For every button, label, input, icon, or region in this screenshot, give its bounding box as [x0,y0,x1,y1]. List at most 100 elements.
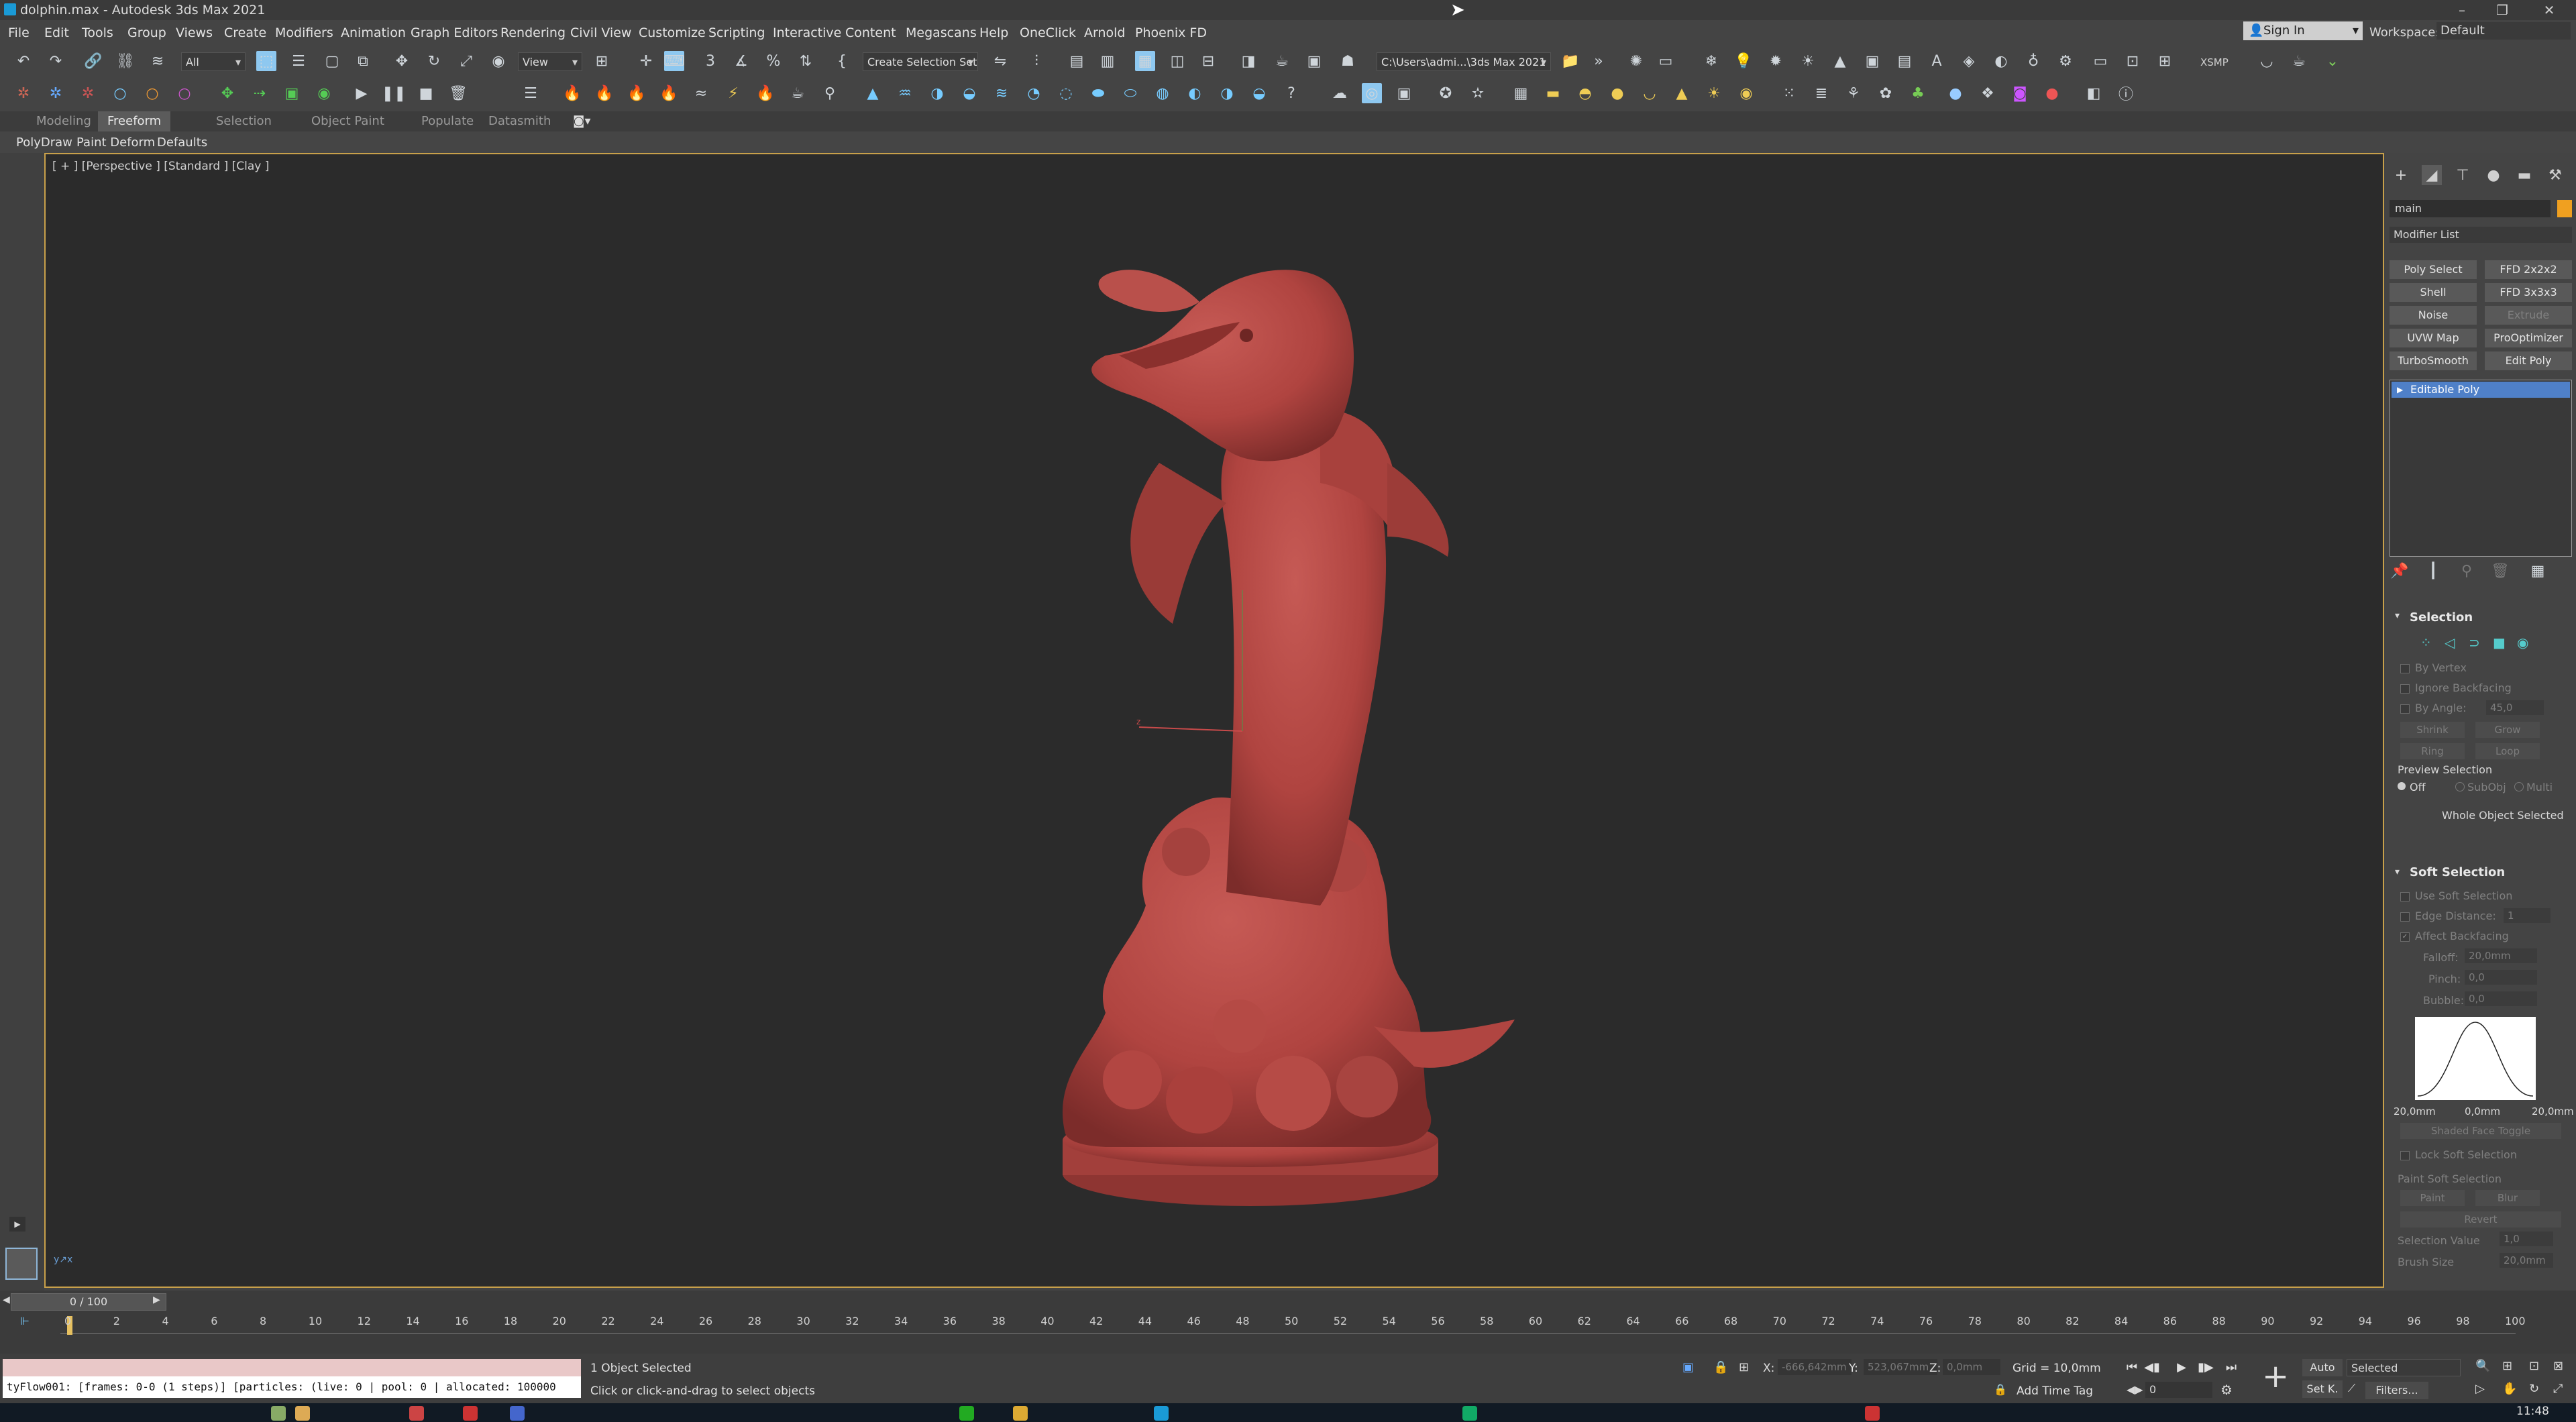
curve-editor-icon[interactable]: ◫ [1167,51,1187,71]
zoom-extents-all-icon[interactable]: ⊠ [2553,1359,2563,1373]
menu-arnold[interactable]: Arnold [1084,25,1125,40]
edit-poly-button[interactable]: Edit Poly [2485,351,2572,370]
project-folder-icon[interactable]: 📁 [1560,51,1580,71]
fluid-12-icon[interactable]: ◑ [1217,83,1237,103]
tool-9-icon[interactable]: ▣ [282,83,302,103]
arnold-info-icon[interactable]: A [1927,51,1947,71]
bulb-icon[interactable]: ♁ [2023,51,2043,71]
pin-icon[interactable]: ⚲ [820,83,840,103]
layer-icon[interactable]: ▦ [1511,83,1531,103]
tab-populate[interactable]: Populate [421,114,474,128]
fluid-4-icon[interactable]: ◒ [959,83,979,103]
settings-icon[interactable]: ⚙ [2055,51,2076,71]
wave-icon[interactable]: ≈ [691,83,711,103]
menu-oneclick[interactable]: OneClick [1020,25,1076,40]
z-coordinate-field[interactable]: 0,0mm [1943,1359,2000,1375]
affect-backfacing-checkbox[interactable]: ✓ [2400,932,2410,942]
fluid-8-icon[interactable]: ⬬ [1088,83,1108,103]
shell-button[interactable]: Shell [2390,283,2477,302]
edge-distance-spinner[interactable]: 1 [2504,908,2551,923]
tool-2-icon[interactable]: ✲ [46,83,66,103]
fire-5-icon[interactable]: 🔥 [755,83,775,103]
time-config-icon[interactable]: ◀▶ [2127,1383,2143,1396]
colors-icon[interactable]: ❖ [1978,83,1998,103]
ring-button[interactable]: Ring [2400,743,2465,759]
grid-icon[interactable]: ⊞ [2155,51,2175,71]
goto-end-icon[interactable]: ⏭ [2223,1360,2239,1375]
plugin-icon[interactable]: ◡ [2257,51,2277,71]
x-coordinate-field[interactable]: -666,642mm [1778,1359,1851,1375]
perspective-viewport[interactable]: [ + ] [Perspective ] [Standard ] [Clay ] [44,153,2384,1288]
select-object-icon[interactable]: ⬚ [256,51,276,71]
time-configuration-icon[interactable]: ⚙ [2220,1382,2233,1398]
cup-icon[interactable]: ☕ [788,83,808,103]
zoom-all-icon[interactable]: ⊞ [2502,1359,2512,1373]
render-view-icon[interactable]: ▣ [1862,51,1882,71]
dolphin-model[interactable]: z [46,154,2383,1287]
selection-value-spinner[interactable]: 1,0 [2500,1232,2553,1246]
pause-icon[interactable]: ❚❚ [382,83,407,103]
fire-1-icon[interactable]: 🔥 [562,83,582,103]
remove-modifier-icon[interactable]: 🗑 [2490,561,2510,581]
ffd-2x2x2-button[interactable]: FFD 2x2x2 [2485,260,2572,279]
percent-snap-icon[interactable]: % [763,51,784,71]
menu-phoenix-fd[interactable]: Phoenix FD [1135,25,1207,40]
selection-rollout-title[interactable]: Selection [2410,610,2473,624]
fluid-11-icon[interactable]: ◐ [1185,83,1205,103]
render-production-icon[interactable]: ☗ [1338,51,1358,71]
preview-subobj-radio[interactable] [2455,782,2465,791]
workspace-select[interactable]: Default [2436,22,2571,40]
paint-button[interactable]: Paint [2400,1190,2465,1206]
blur-button[interactable]: Blur [2475,1190,2540,1206]
lights-2-icon[interactable]: ✫ [1468,83,1488,103]
record-icon[interactable]: ● [2042,83,2062,103]
scale-icon[interactable]: ⤢ [456,51,476,71]
object-color-swatch[interactable] [2557,200,2572,217]
edge-distance-checkbox[interactable] [2400,912,2410,922]
material-editor-icon[interactable]: ◨ [1238,51,1258,71]
polygon-mode-icon[interactable]: ■ [2493,635,2506,651]
align-icon[interactable]: ⫶ [1026,51,1046,71]
view-toggle-icon[interactable]: ◎ [1362,83,1382,103]
fire-2-icon[interactable]: 🔥 [594,83,614,103]
vertex-mode-icon[interactable]: ⁘ [2420,635,2432,651]
unlink-icon[interactable]: ⛓ [115,51,136,71]
rendered-frame-window-icon[interactable]: ▣ [1304,51,1324,71]
fire-3-icon[interactable]: 🔥 [627,83,647,103]
minimize-button[interactable]: – [2442,1,2482,19]
display-tab-icon[interactable]: ▬ [2514,165,2534,185]
maximize-button[interactable]: ❐ [2482,1,2522,19]
orbit-icon[interactable]: ↻ [2529,1382,2539,1396]
brush-size-spinner[interactable]: 20,0mm [2500,1253,2553,1268]
tab-freeform[interactable]: Freeform [98,111,171,131]
sphere-icon[interactable]: ● [1607,83,1627,103]
schematic-view-icon[interactable]: ⊟ [1198,51,1218,71]
taskbar-app-6[interactable] [959,1406,974,1421]
plane-icon[interactable]: ▬ [1543,83,1563,103]
trash-icon[interactable]: 🗑 [448,83,468,103]
edge-mode-icon[interactable]: ◁ [2445,635,2455,651]
falloff-spinner[interactable]: 20,0mm [2465,948,2537,963]
interactive-render-icon[interactable]: ◐ [1991,51,2011,71]
rotate-icon[interactable]: ↻ [424,51,444,71]
element-mode-icon[interactable]: ◉ [2517,635,2528,651]
use-soft-selection-checkbox[interactable] [2400,892,2410,901]
tool-6-icon[interactable]: ○ [174,83,195,103]
preview-off-radio[interactable] [2398,782,2406,790]
make-unique-icon[interactable]: ⚲ [2457,561,2477,581]
isolate-icon[interactable]: ▣ [1682,1360,1694,1374]
key-mode-icon[interactable]: ⟋ [2348,1382,2355,1395]
info-icon[interactable]: ⓘ [2116,83,2136,103]
viewport-layout-icon[interactable]: ▭ [2090,51,2110,71]
rectangular-selection-icon[interactable]: ▢ [322,51,342,71]
layer-explorer-icon[interactable]: ▥ [1097,51,1118,71]
loop-button[interactable]: Loop [2475,743,2540,759]
hierarchy-tab-icon[interactable]: ⊤ [2453,165,2473,185]
bubble-spinner[interactable]: 0,0 [2465,991,2537,1006]
menu-customize[interactable]: Customize [639,25,706,40]
taskbar-app-8[interactable] [1462,1406,1477,1421]
skydome-icon[interactable]: ✹ [1766,51,1786,71]
expand-arrow-icon[interactable]: ▶ [2397,382,2403,398]
tree-icon[interactable]: ♣ [1908,83,1928,103]
spinner-snap-icon[interactable]: ⇅ [796,51,816,71]
